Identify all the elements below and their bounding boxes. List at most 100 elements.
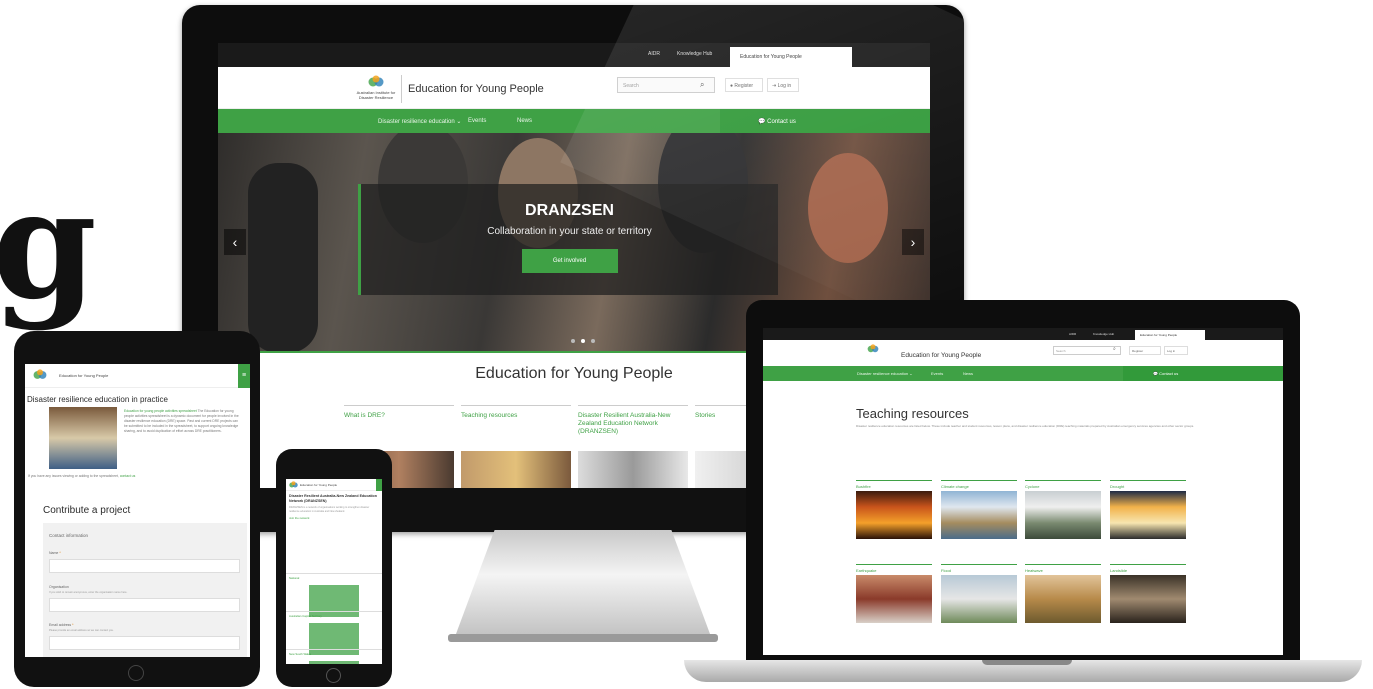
nav-item-events[interactable]: Events: [468, 118, 486, 124]
nav-item-news[interactable]: News: [517, 118, 532, 124]
tile-drought[interactable]: Drought: [1110, 480, 1186, 539]
organisation-label: Organisation: [49, 585, 69, 589]
phone-screen: Education for Young People Disaster Resi…: [286, 479, 382, 664]
spreadsheet-link[interactable]: Education for young people activities sp…: [124, 409, 197, 413]
top-utility-bar: AIDR Knowledge Hub Education for Young P…: [218, 43, 930, 67]
login-button[interactable]: Log in: [1164, 346, 1188, 355]
email-label: Email address *: [49, 623, 74, 627]
tile-image: [856, 575, 932, 623]
carousel-dot[interactable]: [581, 339, 585, 343]
header-divider: [401, 75, 402, 103]
state-label: Australian Capital Territory: [286, 611, 382, 620]
site-title[interactable]: Education for Young People: [300, 483, 337, 487]
aidr-logo-icon[interactable]: [289, 481, 298, 489]
site-title[interactable]: Education for Young People: [59, 373, 108, 378]
site-header: Education for Young People Search ⌕ Regi…: [763, 340, 1283, 366]
tablet-screen: Education for Young People ≡ Disaster re…: [25, 364, 250, 657]
org-name: Australian Institute for Disaster Resili…: [356, 90, 396, 100]
chevron-right-icon[interactable]: ›: [902, 229, 924, 255]
site-title[interactable]: Education for Young People: [408, 83, 544, 95]
hero-heading: DRANZSEN: [525, 202, 614, 219]
tile-earthquake[interactable]: Earthquake: [856, 564, 932, 623]
topbar-link-knowledge-hub[interactable]: Knowledge Hub: [677, 51, 712, 57]
topbar-link-knowledge-hub[interactable]: Knowledge Hub: [1093, 332, 1114, 336]
tile-image: [1110, 575, 1186, 623]
aidr-logo-icon[interactable]: [368, 75, 384, 89]
contact-us-link[interactable]: 💬 Contact us: [720, 109, 930, 133]
main-nav: Disaster resilience education ⌄ Events N…: [218, 109, 930, 133]
search-icon[interactable]: ⌕: [700, 80, 704, 90]
menu-icon[interactable]: [376, 479, 382, 491]
carousel-dot[interactable]: [591, 339, 595, 343]
required-marker: *: [59, 551, 61, 555]
contact-us-link[interactable]: 💬 Contact us: [1123, 366, 1283, 381]
tablet: Education for Young People ≡ Disaster re…: [14, 331, 260, 687]
home-button[interactable]: [128, 665, 144, 681]
contact-us-link[interactable]: contact us: [120, 474, 135, 478]
page-title: Teaching resources: [856, 406, 969, 421]
chevron-left-icon[interactable]: ‹: [224, 229, 246, 255]
state-label: New South Wales: [286, 649, 382, 658]
contact-label: Contact us: [767, 119, 796, 125]
login-button[interactable]: ⇥ Log in: [767, 78, 799, 92]
chat-icon: 💬: [1153, 371, 1158, 376]
home-button[interactable]: [326, 668, 341, 683]
card-dranzsen[interactable]: Disaster Resilient Australia-New Zealand…: [578, 405, 688, 488]
nav-item-news[interactable]: News: [963, 371, 973, 376]
login-label: Log in: [777, 83, 792, 89]
nav-item-dre[interactable]: Disaster resilience education ⌄: [857, 371, 913, 376]
register-button[interactable]: ● Register: [725, 78, 763, 92]
tile-label: Drought: [1110, 480, 1186, 489]
hero-photo-figure: [248, 163, 318, 351]
organisation-field[interactable]: [49, 598, 240, 612]
card-teaching-resources[interactable]: Teaching resources: [461, 405, 571, 488]
site-title[interactable]: Education for Young People: [901, 352, 981, 359]
get-involved-button[interactable]: Get involved: [521, 249, 618, 273]
menu-icon[interactable]: ≡: [238, 364, 250, 388]
section-body: Education for young people activities sp…: [124, 409, 242, 435]
carousel-dot[interactable]: [571, 339, 575, 343]
tile-label: Heatwave: [1025, 564, 1101, 573]
topbar-link-aidr[interactable]: AIDR: [1069, 332, 1076, 336]
nav-item-events[interactable]: Events: [931, 371, 943, 376]
search-input[interactable]: Search: [1053, 346, 1121, 355]
aidr-logo-icon[interactable]: [33, 369, 47, 381]
topbar-link-aidr[interactable]: AIDR: [648, 51, 660, 57]
search-icon[interactable]: ⌕: [1113, 346, 1116, 352]
tile-flood[interactable]: Flood: [941, 564, 1017, 623]
laptop: AIDR Knowledge Hub Education for Young P…: [746, 300, 1300, 660]
card-title: What is DRE?: [344, 412, 385, 419]
tile-climate-change[interactable]: Climate change: [941, 480, 1017, 539]
card-image: [578, 451, 688, 488]
chat-icon: 💬: [758, 119, 766, 125]
tile-label: Landslide: [1110, 564, 1186, 573]
tile-image: [1025, 575, 1101, 623]
login-icon: ⇥: [772, 83, 777, 89]
site-header: Education for Young People ≡: [25, 364, 250, 388]
page-title: Disaster Resilient Australia-New Zealand…: [289, 494, 377, 503]
tile-label: Flood: [941, 564, 1017, 573]
nav-item-dre[interactable]: Disaster resilience education ⌄: [378, 118, 461, 125]
name-field[interactable]: [49, 559, 240, 573]
email-field[interactable]: [49, 636, 240, 650]
topbar-tab-active[interactable]: Education for Young People: [730, 47, 852, 67]
register-button[interactable]: Register: [1129, 346, 1161, 355]
device-mockup-stage: g AIDR Knowledge Hub Education for Young…: [0, 0, 1373, 689]
tile-cyclone[interactable]: Cyclone: [1025, 480, 1101, 539]
form-heading: Contribute a project: [43, 505, 131, 516]
aidr-logo-icon[interactable]: [867, 344, 879, 354]
register-label: Register: [734, 83, 754, 89]
help-note: If you have any issues viewing or adding…: [28, 474, 135, 478]
state-section[interactable]: New South Wales: [286, 649, 382, 664]
carousel-dots: [568, 330, 598, 348]
tile-landslide[interactable]: Landslide: [1110, 564, 1186, 623]
tile-image: [856, 491, 932, 539]
topbar-tab-active[interactable]: Education for Young People: [1135, 330, 1205, 340]
tile-bushfire[interactable]: Bushfire: [856, 480, 932, 539]
smartphone: Education for Young People Disaster Resi…: [276, 449, 392, 687]
tile-heatwave[interactable]: Heatwave: [1025, 564, 1101, 623]
main-nav: Disaster resilience education ⌄ Events N…: [763, 366, 1283, 381]
background-letter: g: [0, 157, 97, 333]
join-link[interactable]: Join the network: [289, 516, 379, 520]
page-intro: Disaster resilience education resources …: [856, 424, 1195, 428]
